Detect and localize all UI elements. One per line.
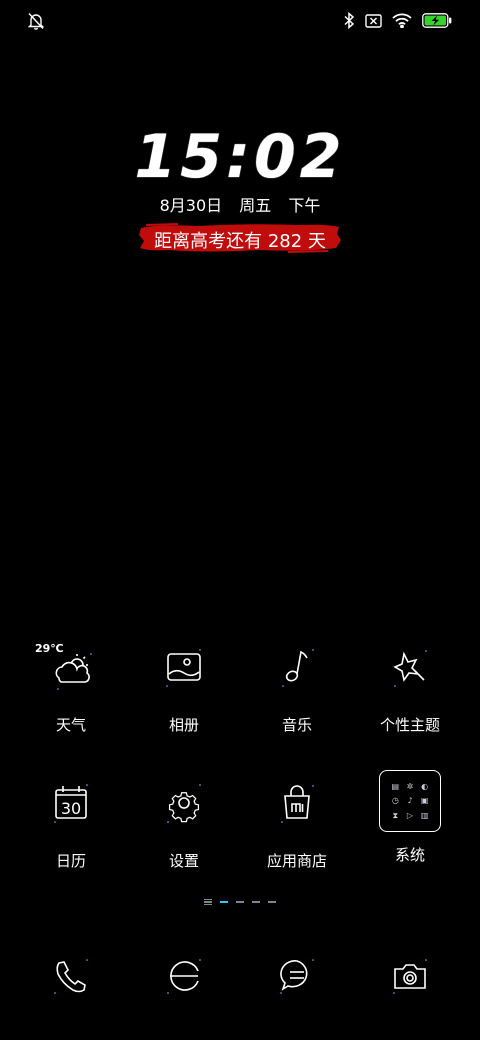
folder-icon: ▤ ✲ ◐ ◷ ♪ ▣ ⧗ ▷ ▥ (379, 770, 441, 832)
app-themes[interactable]: 个性主题 (354, 640, 466, 735)
bluetooth-icon (343, 12, 355, 29)
app-store[interactable]: 应用商店 (241, 776, 353, 871)
mini-app-icon: ▥ (420, 811, 429, 821)
messages-icon (241, 954, 353, 998)
app-music[interactable]: 音乐 (241, 640, 353, 735)
calendar-day: 30 (60, 799, 82, 818)
app-store-icon (267, 776, 327, 836)
mini-app-icon: ✲ (406, 781, 414, 791)
wifi-icon (392, 13, 412, 28)
battery-charging-icon (422, 13, 452, 28)
app-label: 相册 (168, 716, 199, 734)
app-settings[interactable]: 设置 (128, 776, 240, 871)
folder-system[interactable]: ▤ ✲ ◐ ◷ ♪ ▣ ⧗ ▷ ▥ 系统 (354, 770, 466, 865)
settings-icon (154, 776, 214, 836)
themes-icon (380, 640, 440, 700)
app-label: 个性主题 (379, 716, 440, 734)
date-line: 8月30日 周五 下午 (0, 192, 480, 216)
countdown-text: 距离高考还有 282 天 (154, 231, 326, 252)
menu-lines-icon[interactable] (204, 899, 212, 905)
app-label: 应用商店 (266, 852, 327, 870)
mini-app-icon: ⧗ (392, 810, 399, 820)
music-icon (267, 640, 327, 700)
browser-icon (128, 954, 240, 998)
app-label: 音乐 (281, 716, 312, 734)
app-weather[interactable]: 29℃ 天气 (15, 640, 127, 735)
dock-phone[interactable] (15, 954, 127, 998)
gallery-icon (154, 640, 214, 700)
weekday-text: 周五 (239, 196, 272, 215)
bell-off-icon (28, 12, 44, 30)
camera-icon (354, 954, 466, 998)
date-text: 8月30日 (159, 196, 223, 215)
folder-label: 系统 (394, 846, 425, 864)
page-dot[interactable] (236, 901, 244, 903)
status-bar (0, 0, 480, 44)
phone-icon (15, 954, 127, 998)
mini-app-icon: ◷ (391, 796, 399, 806)
weather-temperature: 29℃ (35, 642, 64, 655)
no-sim-icon (365, 13, 382, 28)
mini-app-icon: ♪ (407, 796, 413, 806)
mini-app-icon: ◐ (421, 781, 429, 791)
dock-browser[interactable] (128, 954, 240, 998)
dock-camera[interactable] (354, 954, 466, 998)
mini-app-icon: ▷ (406, 811, 414, 821)
app-label: 天气 (55, 716, 86, 734)
dock-messages[interactable] (241, 954, 353, 998)
page-dot[interactable] (268, 901, 276, 903)
period-text: 下午 (288, 196, 321, 215)
app-label: 日历 (55, 852, 86, 870)
mini-app-icon: ▤ (391, 781, 400, 791)
app-calendar[interactable]: 30 日历 (15, 776, 127, 871)
app-gallery[interactable]: 相册 (128, 640, 240, 735)
mini-app-icon: ▣ (420, 796, 429, 806)
lockscreen-clock: 15:02 (134, 122, 346, 192)
page-dot[interactable] (220, 901, 228, 903)
exam-countdown-widget[interactable]: 距离高考还有 282 天 (138, 222, 342, 254)
app-label: 设置 (168, 852, 199, 870)
page-dot[interactable] (252, 901, 260, 903)
page-indicator (0, 899, 480, 905)
